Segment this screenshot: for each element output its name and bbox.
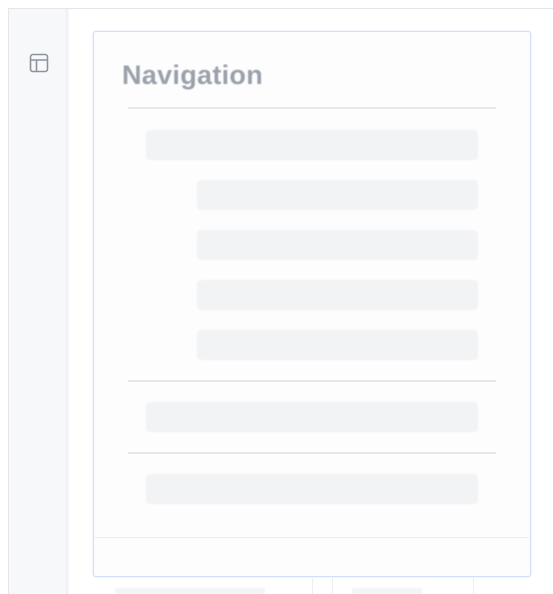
sidebar-rail — [9, 9, 67, 594]
nav-subitem-placeholder[interactable] — [197, 230, 478, 260]
layout-icon[interactable] — [27, 51, 51, 75]
navigation-panel: Navigation — [93, 31, 531, 577]
group-divider — [128, 452, 496, 454]
toolbar-separator — [473, 578, 474, 594]
app-window: Navigation — [0, 0, 553, 594]
nav-item-placeholder[interactable] — [146, 474, 478, 504]
group-divider — [128, 380, 496, 382]
title-divider — [128, 107, 496, 109]
toolbar-placeholder — [115, 588, 265, 594]
toolbar-separator — [332, 578, 333, 594]
toolbar-separator — [312, 578, 313, 594]
toolbar-placeholder — [352, 588, 422, 594]
nav-subitem-placeholder[interactable] — [197, 330, 478, 360]
sidebar-rail-shadow — [67, 9, 70, 594]
nav-subitem-placeholder[interactable] — [197, 280, 478, 310]
nav-item-placeholder[interactable] — [146, 402, 478, 432]
panel-title: Navigation — [122, 60, 264, 90]
window-top-edge — [8, 8, 553, 9]
nav-subitem-placeholder[interactable] — [197, 180, 478, 210]
nav-item-placeholder[interactable] — [146, 130, 478, 160]
panel-footer-divider — [94, 537, 529, 538]
